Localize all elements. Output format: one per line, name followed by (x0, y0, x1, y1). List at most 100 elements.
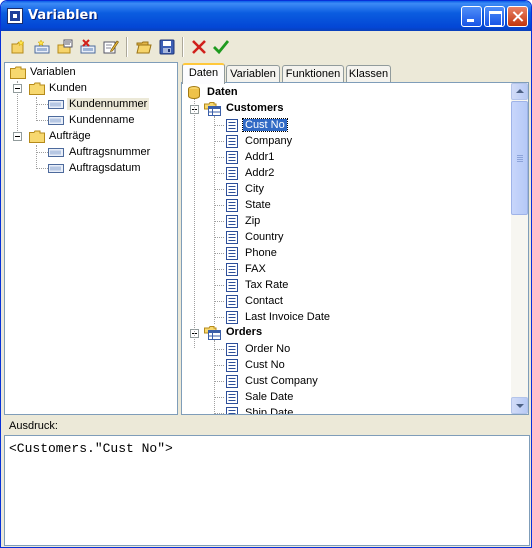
field-icon (226, 279, 238, 292)
cancel-button[interactable] (188, 36, 210, 58)
tree-label-field[interactable]: Addr1 (245, 151, 274, 163)
tree-node-auftraege[interactable]: Aufträge (5, 129, 175, 145)
maximize-button[interactable] (484, 6, 505, 27)
minimize-icon (462, 7, 481, 26)
chevron-up-icon (516, 89, 524, 93)
field-icon (226, 151, 238, 164)
new-variable-icon (34, 39, 50, 54)
tree-label-field[interactable]: Country (245, 231, 284, 243)
field-icon (226, 407, 238, 414)
tree-node-auftragsnummer[interactable]: Auftragsnummer (5, 145, 175, 161)
tree-line (214, 157, 224, 158)
save-icon (159, 39, 175, 55)
tree-label-daten[interactable]: Daten (207, 86, 238, 98)
tree-line (214, 205, 224, 206)
new-folder-button[interactable] (8, 36, 30, 58)
tree-label-field[interactable]: Ship Date (245, 407, 293, 414)
tree-label-field[interactable]: Cust No (242, 118, 288, 132)
table-icon (204, 102, 221, 116)
field-icon (226, 391, 238, 404)
scroll-up-button[interactable] (511, 83, 528, 100)
tree-label-field[interactable]: Last Invoice Date (245, 311, 330, 323)
delete-variable-icon (80, 39, 96, 54)
close-button[interactable] (507, 6, 528, 27)
variable-properties-button[interactable] (54, 36, 76, 58)
data-tree[interactable]: Daten Customers Cust No Company Addr1 Addr2 C… (182, 83, 511, 414)
new-variable-button[interactable] (31, 36, 53, 58)
tree-label-field[interactable]: State (245, 199, 271, 211)
field-icon (48, 100, 64, 109)
tree-label-table[interactable]: Orders (226, 326, 262, 338)
tree-label: Kunden (49, 82, 87, 94)
expression-text: <Customers."Cust No"> (9, 441, 173, 456)
folder-icon (10, 66, 26, 79)
field-icon (48, 164, 64, 173)
field-icon (226, 247, 238, 260)
save-button[interactable] (156, 36, 178, 58)
field-icon (48, 116, 64, 125)
maximize-icon (485, 7, 504, 26)
delete-variable-button[interactable] (77, 36, 99, 58)
scroll-down-button[interactable] (511, 397, 528, 414)
tree-label-table[interactable]: Customers (226, 102, 283, 114)
field-icon (226, 343, 238, 356)
field-icon (226, 199, 238, 212)
tree-line (214, 413, 224, 414)
tree-label-field[interactable]: Cust No (245, 359, 285, 371)
tree-node-kundenname[interactable]: Kundenname (5, 113, 175, 129)
toolbar (4, 32, 530, 61)
tree-line (214, 189, 224, 190)
data-tree-panel: Daten Customers Cust No Company Addr1 Addr2 C… (181, 82, 529, 415)
tree-node-kundennummer[interactable]: Kundennummer (5, 97, 175, 113)
tree-label: Kundenname (69, 114, 135, 126)
close-icon (508, 7, 527, 26)
tab-klassen[interactable]: Klassen (346, 65, 391, 83)
title-bar[interactable]: Variablen (1, 1, 531, 31)
tree-label-field[interactable]: FAX (245, 263, 266, 275)
tree-node-root[interactable]: Variablen (5, 65, 175, 81)
tree-node-kunden[interactable]: Kunden (5, 81, 175, 97)
chevron-down-icon (516, 404, 524, 408)
tab-variablen[interactable]: Variablen (226, 65, 280, 83)
grip-line (517, 159, 523, 160)
cancel-icon (192, 40, 206, 54)
tree-label-field[interactable]: Zip (245, 215, 260, 227)
tab-funktionen[interactable]: Funktionen (282, 65, 344, 83)
collapse-icon[interactable] (13, 84, 22, 93)
tree-label-field[interactable]: Tax Rate (245, 279, 288, 291)
tree-line (214, 397, 224, 398)
tree-label-field[interactable]: Phone (245, 247, 277, 259)
edit-variable-button[interactable] (100, 36, 122, 58)
tree-label-field[interactable]: Company (245, 135, 292, 147)
toolbar-separator (182, 37, 184, 57)
folder-icon (29, 130, 45, 143)
minimize-button[interactable] (461, 6, 482, 27)
ausdruck-label: Ausdruck: (9, 420, 58, 432)
tree-label: Auftragsnummer (69, 146, 151, 158)
grip-line (517, 155, 523, 156)
scrollbar-thumb[interactable] (511, 101, 528, 215)
tree-line (214, 381, 224, 382)
tree-line (214, 317, 224, 318)
tree-node-auftragsdatum[interactable]: Auftragsdatum (5, 161, 175, 177)
field-icon (226, 311, 238, 324)
window-title: Variablen (28, 8, 98, 23)
vertical-scrollbar[interactable] (511, 83, 528, 414)
tree-label: Variablen (30, 66, 76, 78)
expression-editor[interactable]: <Customers."Cust No"> (4, 435, 530, 546)
tree-line (214, 301, 224, 302)
tree-label-field[interactable]: Order No (245, 343, 290, 355)
ok-button[interactable] (210, 36, 232, 58)
open-button[interactable] (133, 36, 155, 58)
tree-label-field[interactable]: Sale Date (245, 391, 293, 403)
variables-tree[interactable]: Variablen Kunden Kundennummer Kundenname (4, 62, 178, 415)
tree-label-field[interactable]: City (245, 183, 264, 195)
tab-daten[interactable]: Daten (182, 63, 225, 84)
field-icon (226, 263, 238, 276)
tree-label-field[interactable]: Cust Company (245, 375, 318, 387)
tree-label: Kundennummer (67, 98, 150, 110)
collapse-icon[interactable] (13, 132, 22, 141)
tree-label-field[interactable]: Addr2 (245, 167, 274, 179)
variablen-window: Variablen Variablen Kunden Kundennummer … (0, 0, 532, 548)
tree-label-field[interactable]: Contact (245, 295, 283, 307)
